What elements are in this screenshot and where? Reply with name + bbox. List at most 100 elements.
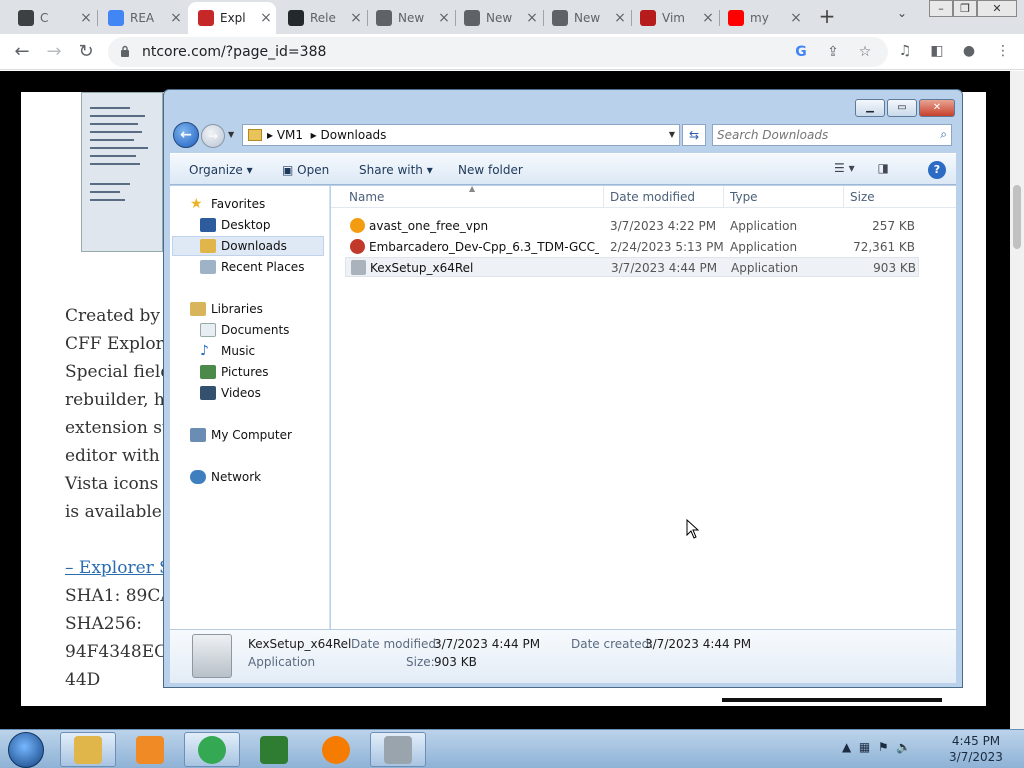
download-link[interactable]: – Explorer S (65, 558, 171, 578)
new-folder-button[interactable]: New folder (458, 163, 523, 177)
explorer-minimize-button[interactable]: ▁ (855, 99, 885, 117)
tab-close-icon[interactable]: × (698, 10, 718, 26)
breadcrumb-vm1[interactable]: VM1 (277, 128, 303, 142)
browser-tab[interactable]: New × (454, 2, 542, 34)
column-name[interactable]: Name (349, 190, 384, 204)
explorer-address-bar[interactable]: ▸ VM1 ▸ Downloads ▼ (242, 124, 680, 146)
back-icon[interactable]: ← (10, 40, 34, 64)
browser-tab[interactable]: Rele × (278, 2, 366, 34)
media-control-icon[interactable]: ♫ (896, 42, 914, 60)
browser-tab[interactable]: Expl × (188, 2, 276, 34)
installer-icon (351, 260, 366, 275)
column-date-modified[interactable]: Date modified (610, 190, 695, 204)
browser-tab[interactable]: New × (542, 2, 630, 34)
nav-documents[interactable]: Documents (200, 320, 289, 340)
taskbar-app-button[interactable] (246, 732, 302, 767)
new-tab-button[interactable]: + (817, 4, 837, 28)
browser-tab[interactable]: my × (718, 2, 806, 34)
browser-tab[interactable]: C × (8, 2, 96, 34)
nav-desktop[interactable]: Desktop (200, 215, 271, 235)
action-center-flag-icon[interactable]: ⚑ (878, 740, 889, 754)
star-icon: ★ (190, 196, 203, 212)
google-lens-icon[interactable]: G (792, 43, 810, 61)
search-icon[interactable]: ⌕ (940, 127, 947, 142)
file-size: 257 KB (872, 219, 915, 233)
taskbar-app-button[interactable] (370, 732, 426, 767)
share-with-button[interactable]: Share with ▾ (359, 163, 433, 177)
network-icon[interactable]: ▦ (859, 740, 870, 754)
volume-icon[interactable]: 🔈 (896, 740, 911, 754)
explorer-maximize-button[interactable]: ▭ (887, 99, 917, 117)
tab-close-icon[interactable]: × (786, 10, 806, 26)
explorer-forward-button[interactable]: → (201, 124, 225, 148)
tab-close-icon[interactable]: × (522, 10, 542, 26)
tab-close-icon[interactable]: × (346, 10, 366, 26)
nav-pictures[interactable]: Pictures (200, 362, 269, 382)
tab-close-icon[interactable]: × (610, 10, 630, 26)
nav-recent-places[interactable]: Recent Places (200, 257, 304, 277)
url-text: ntcore.com/?page_id=388 (142, 44, 327, 60)
show-hidden-icons-icon[interactable]: ▲ (842, 740, 851, 754)
taskbar-app-button[interactable] (184, 732, 240, 767)
explorer-close-button[interactable]: ✕ (919, 99, 955, 117)
ntcore-icon (198, 10, 214, 26)
breadcrumb-downloads[interactable]: Downloads (321, 128, 387, 142)
explorer-refresh-button[interactable]: ⇆ (682, 124, 706, 146)
file-row[interactable]: avast_one_free_vpn 3/7/2023 4:22 PM Appl… (345, 216, 919, 236)
taskbar-clock[interactable]: 4:45 PM 3/7/2023 (946, 733, 1006, 765)
taskbar-app-button[interactable] (122, 732, 178, 767)
file-row-selected[interactable]: KexSetup_x64Rel 3/7/2023 4:44 PM Applica… (345, 257, 919, 277)
tab-close-icon[interactable]: × (166, 10, 186, 26)
views-button[interactable]: ☰ ▾ ◨ (834, 161, 889, 175)
folder-icon (248, 129, 262, 141)
organize-button[interactable]: Organize ▾ (189, 163, 253, 177)
nav-downloads[interactable]: Downloads (172, 236, 324, 256)
open-label: Open (297, 163, 330, 177)
nav-favorites[interactable]: ★ Favorites (190, 194, 265, 214)
search-input[interactable] (717, 127, 927, 143)
reload-icon[interactable]: ↻ (74, 40, 98, 64)
tab-close-icon[interactable]: × (434, 10, 454, 26)
file-type: Application (730, 240, 798, 254)
column-type[interactable]: Type (730, 190, 758, 204)
menu-kebab-icon[interactable]: ⋮ (994, 42, 1012, 60)
share-icon[interactable]: ⇪ (824, 43, 842, 61)
view-list-icon[interactable]: ☰ (834, 161, 845, 175)
help-icon[interactable]: ? (928, 161, 946, 179)
history-dropdown-icon[interactable]: ▼ (228, 130, 234, 139)
restore-button[interactable]: ❐ (953, 0, 977, 17)
close-button[interactable]: ✕ (977, 0, 1017, 17)
paragraph-line: rebuilder, he (65, 390, 175, 410)
nav-my-computer[interactable]: My Computer (190, 425, 292, 445)
scrollbar-thumb[interactable] (1013, 185, 1021, 249)
nav-network[interactable]: Network (190, 467, 261, 487)
start-button[interactable] (8, 732, 44, 768)
page-scrollbar[interactable] (1010, 71, 1024, 731)
nav-videos[interactable]: Videos (200, 383, 261, 403)
bookmark-star-icon[interactable]: ☆ (856, 43, 874, 61)
column-size[interactable]: Size (850, 190, 875, 204)
tab-close-icon[interactable]: × (256, 10, 276, 26)
address-bar[interactable]: ntcore.com/?page_id=388 G ⇪ ☆ (108, 37, 888, 67)
explorer-back-button[interactable]: ← (173, 122, 199, 148)
page-divider (722, 698, 942, 702)
taskbar-app-button[interactable] (308, 732, 364, 767)
forward-icon[interactable]: → (42, 40, 66, 64)
explorer-search-box[interactable]: ⌕ (712, 124, 952, 146)
minimize-button[interactable]: – (929, 0, 953, 17)
preview-pane-icon[interactable]: ◨ (878, 161, 889, 175)
profile-avatar-icon[interactable]: ● (960, 42, 978, 60)
nav-music[interactable]: ♪ Music (200, 341, 255, 361)
browser-tab[interactable]: REA × (98, 2, 186, 34)
screenshot-thumbnail (81, 92, 163, 252)
address-dropdown-icon[interactable]: ▼ (669, 130, 675, 139)
browser-tab[interactable]: New × (366, 2, 454, 34)
browser-tab[interactable]: Vim × (630, 2, 718, 34)
tab-close-icon[interactable]: × (76, 10, 96, 26)
open-button[interactable]: ▣ Open (282, 163, 329, 177)
taskbar-app-button[interactable] (60, 732, 116, 767)
nav-libraries[interactable]: Libraries (190, 299, 263, 319)
file-row[interactable]: Embarcadero_Dev-Cpp_6.3_TDM-GCC_9.... 2/… (345, 237, 919, 257)
side-panel-icon[interactable]: ◧ (928, 42, 946, 60)
tab-search-icon[interactable]: ⌄ (897, 6, 907, 20)
